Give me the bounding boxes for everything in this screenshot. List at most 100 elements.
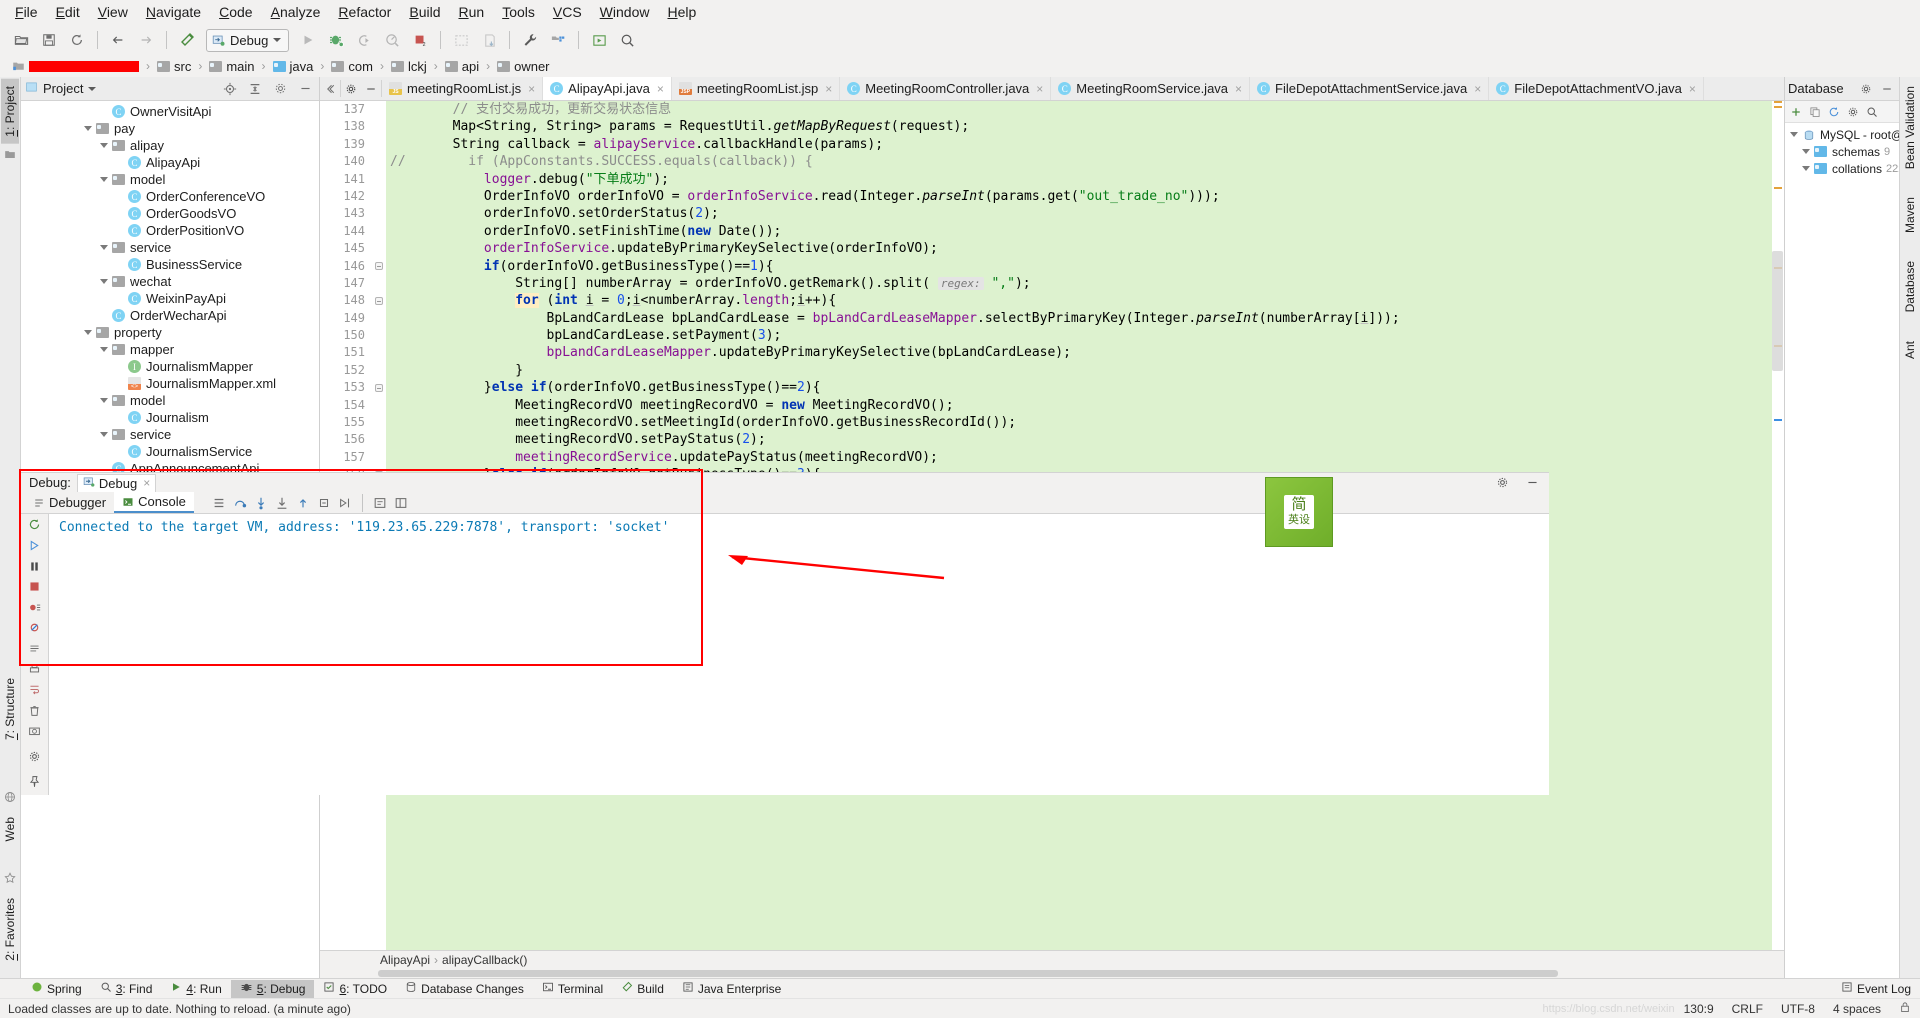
camera-icon[interactable] — [26, 723, 44, 739]
expand-chevron-icon[interactable] — [97, 341, 110, 358]
sidebar-item-ant[interactable]: Ant — [1901, 334, 1919, 366]
add-icon[interactable] — [1787, 103, 1805, 121]
line-number[interactable]: 146 — [320, 258, 372, 275]
menu-item-run[interactable]: Run — [449, 2, 493, 22]
breadcrumb-item-lckj[interactable]: lckj — [387, 58, 431, 75]
duplicate-icon[interactable] — [1806, 103, 1824, 121]
breadcrumb-class[interactable]: AlipayApi — [380, 953, 430, 967]
star-icon[interactable] — [4, 872, 16, 887]
file-encoding[interactable]: UTF-8 — [1772, 1002, 1824, 1016]
fold-marker-icon[interactable] — [375, 383, 383, 392]
code-line[interactable]: BpLandCardLease bpLandCardLease = bpLand… — [386, 310, 1772, 327]
refresh-icon[interactable] — [1825, 103, 1843, 121]
expand-chevron-icon[interactable] — [97, 137, 110, 154]
close-icon[interactable]: × — [1235, 82, 1242, 96]
tree-node-model[interactable]: model — [21, 392, 319, 409]
breadcrumb-item-src[interactable]: src — [153, 58, 195, 75]
line-number[interactable]: 157 — [320, 449, 372, 466]
sidebar-item-project[interactable]: 1: Project — [1, 79, 19, 144]
code-line[interactable]: String callback = alipayService.callback… — [386, 136, 1772, 153]
attach-icon[interactable] — [448, 28, 474, 52]
step-over-icon[interactable] — [231, 494, 249, 512]
sidebar-item-maven[interactable]: Maven — [1901, 190, 1919, 240]
close-icon[interactable]: × — [657, 82, 664, 96]
force-step-into-icon[interactable] — [273, 494, 291, 512]
code-line[interactable]: for (int i = 0;i<numberArray.length;i++)… — [386, 292, 1772, 309]
code-line[interactable]: MeetingRecordVO meetingRecordVO = new Me… — [386, 397, 1772, 414]
tree-node-orderwecharapi[interactable]: C OrderWecharApi — [21, 307, 319, 324]
close-icon[interactable]: × — [825, 82, 832, 96]
tool-window-spring[interactable]: Spring — [22, 980, 91, 997]
settings-wrench-icon[interactable] — [517, 28, 543, 52]
breadcrumb-item-api[interactable]: api — [441, 58, 483, 75]
tool-window-build[interactable]: Build — [612, 980, 673, 997]
tool-window-3--find[interactable]: 3: Find — [91, 980, 162, 997]
database-tree[interactable]: MySQL - root@11 schemas 9 collations 222 — [1785, 123, 1916, 978]
print-icon[interactable] — [26, 661, 44, 677]
collapse-all-icon[interactable] — [245, 80, 265, 98]
tool-window-terminal[interactable]: Terminal — [533, 980, 612, 997]
code-line[interactable]: OrderInfoVO orderInfoVO = orderInfoServi… — [386, 188, 1772, 205]
expand-chevron-icon[interactable] — [1799, 143, 1812, 160]
tool-window-event-log[interactable]: Event Log — [1832, 980, 1920, 997]
menu-item-view[interactable]: View — [89, 2, 137, 22]
console-output[interactable]: Connected to the target VM, address: '11… — [49, 514, 1549, 795]
db-tree-node-mysql---root-11[interactable]: MySQL - root@11 — [1785, 126, 1916, 143]
rerun-icon[interactable] — [26, 517, 44, 533]
code-line[interactable]: orderInfoVO.setOrderStatus(2); — [386, 205, 1772, 222]
tree-node-service[interactable]: service — [21, 239, 319, 256]
debug-subtab-console[interactable]: Console — [114, 492, 194, 513]
code-line[interactable]: // if (AppConstants.SUCCESS.equals(callb… — [386, 153, 1772, 170]
line-number[interactable]: 144 — [320, 223, 372, 240]
profile-icon[interactable] — [379, 28, 405, 52]
fold-gutter-cell[interactable] — [372, 310, 386, 327]
tree-node-weixinpayapi[interactable]: C WeixinPayApi — [21, 290, 319, 307]
fold-gutter-cell[interactable] — [372, 344, 386, 361]
line-number[interactable]: 153 — [320, 379, 372, 396]
hide-panel-icon[interactable] — [361, 77, 381, 100]
fold-gutter-cell[interactable] — [372, 397, 386, 414]
line-number[interactable]: 151 — [320, 344, 372, 361]
editor-tab-meetingroomcontroller-java[interactable]: C MeetingRoomController.java × — [840, 77, 1052, 100]
show-execution-point-icon[interactable] — [210, 494, 228, 512]
trash-icon[interactable] — [26, 702, 44, 718]
code-line[interactable]: meetingRecordVO.setPayStatus(2); — [386, 431, 1772, 448]
line-number[interactable]: 147 — [320, 275, 372, 292]
code-line[interactable]: }else if(orderInfoVO.getBusinessType()==… — [386, 379, 1772, 396]
line-separator[interactable]: CRLF — [1723, 1002, 1772, 1016]
line-number[interactable]: 149 — [320, 310, 372, 327]
line-number[interactable]: 156 — [320, 431, 372, 448]
line-number[interactable]: 145 — [320, 240, 372, 257]
expand-chevron-icon[interactable] — [97, 171, 110, 188]
sidebar-item-bean-validation[interactable]: Bean Validation — [1901, 79, 1919, 176]
fold-gutter-cell[interactable] — [372, 188, 386, 205]
line-number[interactable]: 155 — [320, 414, 372, 431]
line-number[interactable]: 154 — [320, 397, 372, 414]
tab-list-icon[interactable] — [320, 77, 340, 100]
tree-node-alipayapi[interactable]: C AlipayApi — [21, 154, 319, 171]
line-number[interactable]: 137 — [320, 101, 372, 118]
fold-marker-icon[interactable] — [375, 296, 383, 305]
settings-gear-icon[interactable] — [1493, 474, 1511, 492]
save-all-icon[interactable] — [36, 28, 62, 52]
close-icon[interactable]: × — [143, 476, 150, 490]
tree-node-pay[interactable]: pay — [21, 120, 319, 137]
run-to-cursor-icon[interactable] — [336, 494, 354, 512]
editor-tab-filedepotattachmentservice-java[interactable]: C FileDepotAttachmentService.java × — [1250, 77, 1490, 100]
pin-icon[interactable] — [26, 773, 44, 789]
debug-subtab-debugger[interactable]: Debugger — [25, 493, 114, 512]
line-number[interactable]: 141 — [320, 171, 372, 188]
tool-window-4--run[interactable]: 4: Run — [161, 980, 230, 997]
sidebar-item-structure[interactable]: 7: Structure — [1, 671, 19, 747]
settings-gear-icon[interactable] — [1844, 103, 1862, 121]
menu-item-analyze[interactable]: Analyze — [262, 2, 330, 22]
tree-node-wechat[interactable]: wechat — [21, 273, 319, 290]
fold-gutter-cell[interactable] — [372, 153, 386, 170]
step-into-icon[interactable] — [252, 494, 270, 512]
fold-gutter-cell[interactable] — [372, 205, 386, 222]
open-folder-icon[interactable] — [8, 28, 34, 52]
breadcrumb-item-java[interactable]: java — [269, 58, 318, 75]
editor-tab-meetingroomlist-js[interactable]: meetingRoomList.js × — [382, 77, 544, 100]
tree-node-alipay[interactable]: alipay — [21, 137, 319, 154]
tree-node-ownervisitapi[interactable]: C OwnerVisitApi — [21, 103, 319, 120]
